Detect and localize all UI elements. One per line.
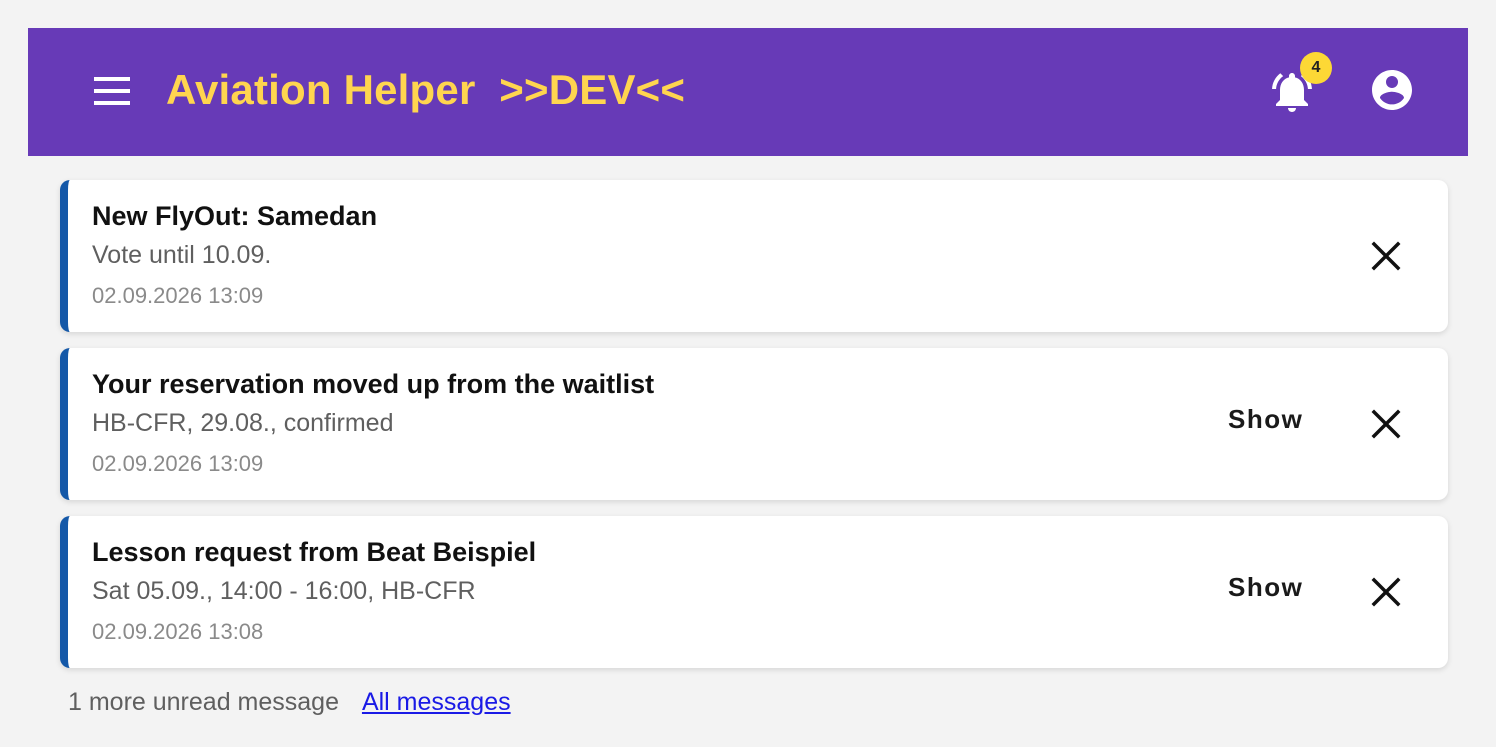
- notification-card: New FlyOut: Samedan Vote until 10.09. 02…: [60, 180, 1448, 332]
- close-icon: [1371, 577, 1401, 607]
- menu-icon-line-bottom: [94, 101, 130, 105]
- notification-timestamp: 02.09.2026 13:09: [92, 451, 264, 476]
- account-button[interactable]: [1368, 66, 1416, 114]
- account-circle-icon: [1372, 70, 1412, 110]
- app-title: Aviation Helper >>DEV<<: [166, 66, 686, 113]
- menu-icon-line-middle: [94, 89, 130, 93]
- dismiss-button[interactable]: [1366, 236, 1406, 276]
- app-bar: Aviation Helper >>DEV<< 4: [28, 28, 1468, 156]
- notification-card: Lesson request from Beat Beispiel Sat 05…: [60, 516, 1448, 668]
- dismiss-button[interactable]: [1366, 404, 1406, 444]
- all-messages-link[interactable]: All messages: [362, 688, 511, 716]
- show-button[interactable]: Show: [1228, 572, 1303, 603]
- notification-card: Your reservation moved up from the waitl…: [60, 348, 1448, 500]
- notification-title: Your reservation moved up from the waitl…: [92, 369, 655, 399]
- notification-timestamp: 02.09.2026 13:08: [92, 619, 264, 644]
- unread-count-text: 1 more unread message: [68, 688, 339, 716]
- notification-title: Lesson request from Beat Beispiel: [92, 537, 537, 567]
- close-icon: [1371, 409, 1401, 439]
- notification-body: Sat 05.09., 14:00 - 16:00, HB-CFR: [92, 577, 476, 605]
- notification-timestamp: 02.09.2026 13:09: [92, 283, 264, 308]
- unread-summary: 1 more unread message All messages: [68, 688, 511, 717]
- menu-button[interactable]: [92, 74, 132, 108]
- notification-count-badge: 4: [1300, 52, 1332, 84]
- notification-body: Vote until 10.09.: [92, 241, 272, 269]
- dismiss-button[interactable]: [1366, 572, 1406, 612]
- notification-title: New FlyOut: Samedan: [92, 201, 378, 231]
- show-button[interactable]: Show: [1228, 404, 1303, 435]
- menu-icon-line-top: [94, 77, 130, 81]
- notification-body: HB-CFR, 29.08., confirmed: [92, 409, 394, 437]
- close-icon: [1371, 241, 1401, 271]
